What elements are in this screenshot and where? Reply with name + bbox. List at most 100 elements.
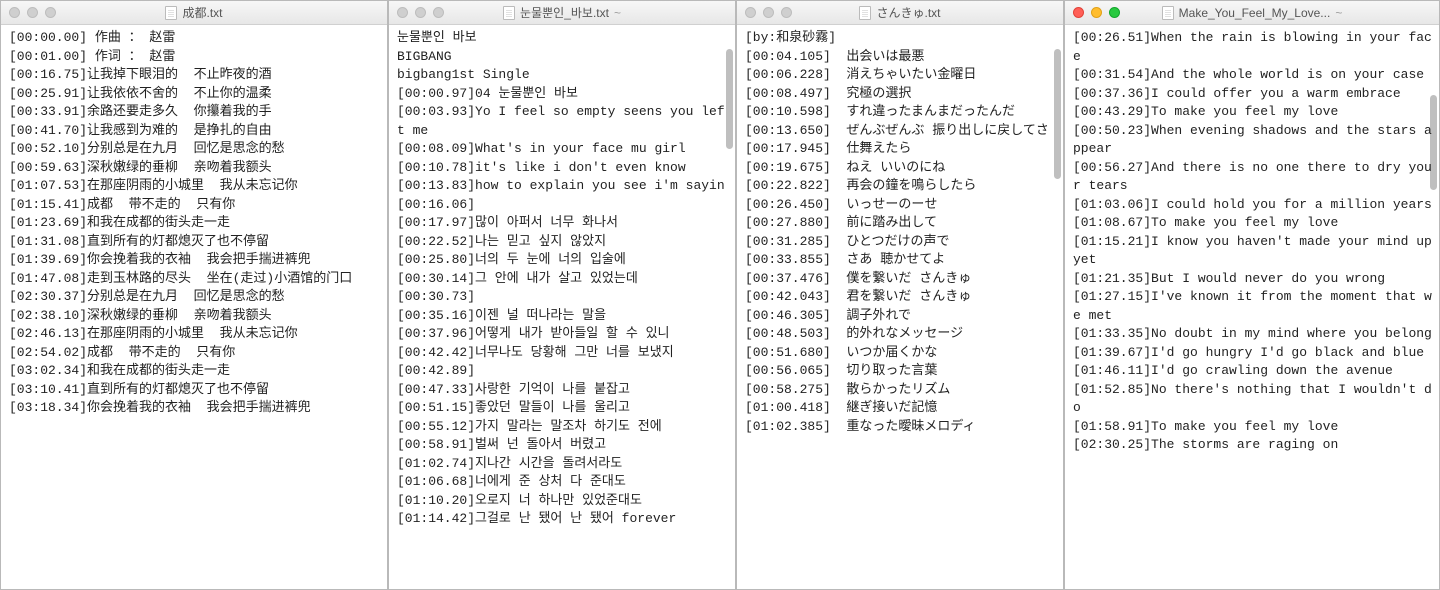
text-line[interactable]: [00:43.29]To make you feel my love <box>1073 103 1433 122</box>
text-line[interactable]: [by:和泉砂霧] <box>745 29 1057 48</box>
text-line[interactable]: [01:08.67]To make you feel my love <box>1073 214 1433 233</box>
text-line[interactable]: [00:10.598] すれ違ったまんまだったんだ <box>745 103 1057 122</box>
text-line[interactable]: [00:52.10]分别总是在九月 回忆是思念的愁 <box>9 140 381 159</box>
close-icon[interactable] <box>745 7 756 18</box>
scrollbar-thumb[interactable] <box>1430 95 1437 190</box>
scrollbar-thumb[interactable] <box>726 49 733 149</box>
titlebar[interactable]: 成都.txt <box>1 1 387 25</box>
text-line[interactable]: [01:33.35]No doubt in my mind where you … <box>1073 325 1433 344</box>
text-line[interactable]: [00:58.91]벌써 넌 돌아서 버렸고 <box>397 436 729 455</box>
text-line[interactable]: [00:26.450] いっせーのーせ <box>745 196 1057 215</box>
minimize-icon[interactable] <box>763 7 774 18</box>
text-line[interactable]: [00:33.91]余路还要走多久 你攥着我的手 <box>9 103 381 122</box>
text-line[interactable]: [02:46.13]在那座阴雨的小城里 我从未忘记你 <box>9 325 381 344</box>
zoom-icon[interactable] <box>45 7 56 18</box>
text-line[interactable]: [00:25.91]让我依依不舍的 不止你的温柔 <box>9 85 381 104</box>
text-line[interactable]: [00:06.228] 消えちゃいたい金曜日 <box>745 66 1057 85</box>
text-line[interactable]: [00:00.97]04 눈물뿐인 바보 <box>397 85 729 104</box>
text-line[interactable]: [00:08.09]What's in your face mu girl <box>397 140 729 159</box>
text-line[interactable]: [02:30.25]The storms are raging on <box>1073 436 1433 455</box>
titlebar[interactable]: 눈물뿐인_바보.txt~ <box>389 1 735 25</box>
text-editor-window-1[interactable]: 눈물뿐인_바보.txt~눈물뿐인 바보BIGBANGbigbang1st Sin… <box>388 0 736 590</box>
text-editor[interactable]: [by:和泉砂霧][00:04.105] 出会いは最悪[00:06.228] 消… <box>737 25 1063 589</box>
text-line[interactable]: [00:30.14]그 안에 내가 살고 있었는데 <box>397 270 729 289</box>
text-editor[interactable]: [00:00.00] 作曲 ： 赵雷[00:01.00] 作词 ： 赵雷[00:… <box>1 25 387 589</box>
text-line[interactable]: [00:56.27]And there is no one there to d… <box>1073 159 1433 196</box>
text-line[interactable]: [01:02.74]지나간 시간을 돌려서라도 <box>397 455 729 474</box>
text-line[interactable]: [01:58.91]To make you feel my love <box>1073 418 1433 437</box>
minimize-icon[interactable] <box>1091 7 1102 18</box>
text-line[interactable]: [00:08.497] 究極の選択 <box>745 85 1057 104</box>
minimize-icon[interactable] <box>27 7 38 18</box>
text-line[interactable]: [01:14.42]그걸로 난 됐어 난 됐어 forever <box>397 510 729 529</box>
text-editor[interactable]: [00:26.51]When the rain is blowing in yo… <box>1065 25 1439 589</box>
text-line[interactable]: [00:17.945] 仕舞えたら <box>745 140 1057 159</box>
text-editor-window-3[interactable]: Make_You_Feel_My_Love...~ [00:26.51]When … <box>1064 0 1440 590</box>
text-line[interactable]: [01:23.69]和我在成都的街头走一走 <box>9 214 381 233</box>
text-line[interactable]: [01:02.385] 重なった曖昧メロディ <box>745 418 1057 437</box>
text-line[interactable]: [01:52.85]No there's nothing that I woul… <box>1073 381 1433 418</box>
text-line[interactable]: [00:35.16]이젠 널 떠나라는 말을 <box>397 307 729 326</box>
text-line[interactable]: [00:42.89] <box>397 362 729 381</box>
text-line[interactable]: [00:56.065] 切り取った言葉 <box>745 362 1057 381</box>
text-line[interactable]: [00:37.96]어떻게 내가 받아들일 할 수 있니 <box>397 325 729 344</box>
text-line[interactable]: [00:16.75]让我掉下眼泪的 不止昨夜的酒 <box>9 66 381 85</box>
text-line[interactable]: [01:00.418] 継ぎ接いだ記憶 <box>745 399 1057 418</box>
text-line[interactable]: [00:22.822] 再会の鐘を鳴らしたら <box>745 177 1057 196</box>
text-line[interactable]: [00:22.52]나는 믿고 싶지 않았지 <box>397 233 729 252</box>
text-line[interactable]: [00:00.00] 作曲 ： 赵雷 <box>9 29 381 48</box>
text-line[interactable]: [00:16.06] <box>397 196 729 215</box>
text-line[interactable]: [00:48.503] 的外れなメッセージ <box>745 325 1057 344</box>
scrollbar-thumb[interactable] <box>1054 49 1061 179</box>
text-line[interactable]: [00:58.275] 散らかったリズム <box>745 381 1057 400</box>
text-line[interactable]: [01:15.21]I know you haven't made your m… <box>1073 233 1433 270</box>
close-icon[interactable] <box>1073 7 1084 18</box>
text-line[interactable]: [01:27.15]I've known it from the moment … <box>1073 288 1433 325</box>
text-line[interactable]: [00:10.78]it's like i don't even know <box>397 159 729 178</box>
text-editor[interactable]: 눈물뿐인 바보BIGBANGbigbang1st Single[00:00.97… <box>389 25 735 589</box>
text-line[interactable]: [01:07.53]在那座阴雨的小城里 我从未忘记你 <box>9 177 381 196</box>
text-line[interactable]: [03:18.34]你会挽着我的衣袖 我会把手揣进裤兜 <box>9 399 381 418</box>
text-line[interactable]: [00:26.51]When the rain is blowing in yo… <box>1073 29 1433 66</box>
text-line[interactable]: [00:01.00] 作词 ： 赵雷 <box>9 48 381 67</box>
text-line[interactable]: [00:51.15]좋았던 말들이 나를 울리고 <box>397 399 729 418</box>
text-line[interactable]: [00:27.880] 前に踏み出して <box>745 214 1057 233</box>
text-line[interactable]: [01:39.67]I'd go hungry I'd go black and… <box>1073 344 1433 363</box>
text-line[interactable]: [03:02.34]和我在成都的街头走一走 <box>9 362 381 381</box>
text-line[interactable]: [00:50.23]When evening shadows and the s… <box>1073 122 1433 159</box>
text-line[interactable]: [00:37.476] 僕を繋いだ さんきゅ <box>745 270 1057 289</box>
text-line[interactable]: [03:10.41]直到所有的灯都熄灭了也不停留 <box>9 381 381 400</box>
text-line[interactable]: [01:15.41]成都 带不走的 只有你 <box>9 196 381 215</box>
text-line[interactable]: [00:31.54]And the whole world is on your… <box>1073 66 1433 85</box>
text-line[interactable]: [02:30.37]分别总是在九月 回忆是思念的愁 <box>9 288 381 307</box>
text-editor-window-0[interactable]: 成都.txt[00:00.00] 作曲 ： 赵雷[00:01.00] 作词 ： … <box>0 0 388 590</box>
text-line[interactable]: [00:17.97]많이 아퍼서 너무 화나서 <box>397 214 729 233</box>
text-line[interactable]: [00:33.855] さあ 聴かせてよ <box>745 251 1057 270</box>
text-line[interactable]: [01:31.08]直到所有的灯都熄灭了也不停留 <box>9 233 381 252</box>
text-editor-window-2[interactable]: さんきゅ.txt[by:和泉砂霧][00:04.105] 出会いは最悪[00:0… <box>736 0 1064 590</box>
text-line[interactable]: [01:21.35]But I would never do you wrong <box>1073 270 1433 289</box>
text-line[interactable]: [01:10.20]오로지 너 하나만 있었준대도 <box>397 492 729 511</box>
text-line[interactable]: 눈물뿐인 바보 <box>397 29 729 48</box>
text-line[interactable]: [00:37.36]I could offer you a warm embra… <box>1073 85 1433 104</box>
titlebar[interactable]: さんきゅ.txt <box>737 1 1063 25</box>
zoom-icon[interactable] <box>433 7 444 18</box>
text-line[interactable]: [01:46.11]I'd go crawling down the avenu… <box>1073 362 1433 381</box>
text-line[interactable]: [00:13.650] ぜんぶぜんぶ 振り出しに戻してさ <box>745 122 1057 141</box>
titlebar[interactable]: Make_You_Feel_My_Love...~ <box>1065 1 1439 25</box>
text-line[interactable]: [01:03.06]I could hold you for a million… <box>1073 196 1433 215</box>
minimize-icon[interactable] <box>415 7 426 18</box>
text-line[interactable]: [00:59.63]深秋嫩绿的垂柳 亲吻着我额头 <box>9 159 381 178</box>
text-line[interactable]: [00:55.12]가지 말라는 말조차 하기도 전에 <box>397 418 729 437</box>
text-line[interactable]: [00:31.285] ひとつだけの声で <box>745 233 1057 252</box>
text-line[interactable]: [00:25.80]너의 두 눈에 너의 입술에 <box>397 251 729 270</box>
text-line[interactable]: [01:39.69]你会挽着我的衣袖 我会把手揣进裤兜 <box>9 251 381 270</box>
text-line[interactable]: BIGBANG <box>397 48 729 67</box>
text-line[interactable]: [00:47.33]사랑한 기억이 나를 붙잡고 <box>397 381 729 400</box>
zoom-icon[interactable] <box>781 7 792 18</box>
text-line[interactable]: [02:38.10]深秋嫩绿的垂柳 亲吻着我额头 <box>9 307 381 326</box>
text-line[interactable]: [00:03.93]Yo I feel so empty seens you l… <box>397 103 729 140</box>
text-line[interactable]: [00:19.675] ねえ いいのにね <box>745 159 1057 178</box>
text-line[interactable]: [00:13.83]how to explain you see i'm say… <box>397 177 729 196</box>
text-line[interactable]: [00:46.305] 調子外れで <box>745 307 1057 326</box>
